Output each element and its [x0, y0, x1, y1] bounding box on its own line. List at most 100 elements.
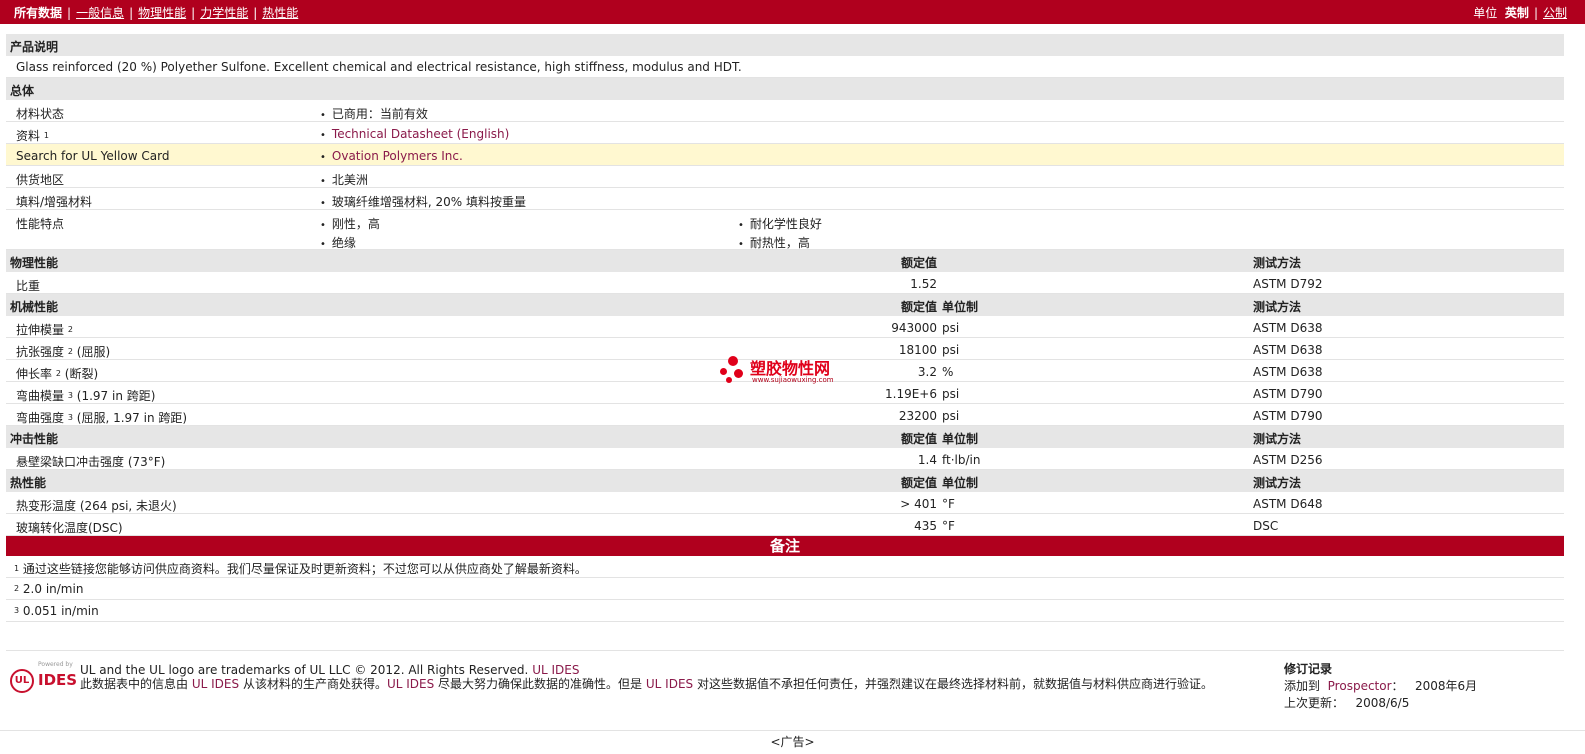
ad-label: <广告>: [0, 730, 1585, 750]
footnote-text: 0.051 in/min: [22, 604, 99, 618]
ul-logo-icon: UL: [10, 669, 34, 693]
row-label: 弯曲模量 3 (1.97 in 跨距): [16, 389, 156, 403]
col-value-header: 额定值: [900, 432, 937, 446]
footnote-ref: 2: [67, 347, 73, 356]
row-unit: °F: [942, 497, 955, 511]
col-test-header: 测试方法: [1253, 256, 1302, 270]
datasheet-link[interactable]: Technical Datasheet (English): [332, 127, 509, 141]
table-row: 弯曲强度 3 (屈服, 1.97 in 跨距) 23200 psi ASTM D…: [6, 404, 1564, 426]
notes-header: 备注: [6, 536, 1564, 556]
unit-metric[interactable]: 公制: [1543, 6, 1567, 20]
row-value: 北美洲: [320, 171, 368, 188]
ul-yellow-card-link[interactable]: Search for UL Yellow Card: [16, 149, 169, 163]
unit-english[interactable]: 英制: [1505, 6, 1529, 20]
supplier-link[interactable]: Ovation Polymers Inc.: [332, 149, 463, 163]
col-value-header: 额定值: [900, 300, 937, 314]
row-unit: psi: [942, 343, 960, 357]
row-test: ASTM D790: [1253, 409, 1323, 423]
nav-general-info[interactable]: 一般信息: [76, 6, 124, 20]
datasheet: 产品说明 Glass reinforced (20 %) Polyether S…: [6, 34, 1564, 622]
unit-switcher: 单位 英制 | 公制: [1473, 6, 1567, 20]
section-nav: 所有数据 | 一般信息 | 物理性能 | 力学性能 | 热性能: [14, 6, 299, 20]
row-value: 已商用：当前有效: [320, 105, 428, 122]
nav-thermal[interactable]: 热性能: [262, 6, 298, 20]
table-row: 供货地区 北美洲: [6, 166, 1564, 188]
row-value: 23200: [898, 409, 937, 423]
ul-ides-link[interactable]: UL IDES: [192, 677, 239, 691]
site-watermark: 塑胶物性网 www.sujiaowuxing.com: [720, 354, 860, 390]
section-title: 产品说明: [10, 40, 59, 54]
table-row: 资料 1 Technical Datasheet (English): [6, 122, 1564, 144]
watermark-url: www.sujiaowuxing.com: [752, 376, 834, 384]
footnote-text: 通过这些链接您能够访问供应商资料。我们尽量保证及时更新资料；不过您可以从供应商处…: [22, 562, 587, 576]
footnote-ref: 2: [55, 369, 61, 378]
row-test: ASTM D648: [1253, 497, 1323, 511]
footnote-item: 2 2.0 in/min: [6, 578, 1564, 600]
ul-ides-link[interactable]: UL IDES: [532, 663, 579, 677]
prospector-link[interactable]: Prospector: [1328, 679, 1392, 693]
footnote-ref: 1: [43, 131, 49, 140]
feature-item: 刚性，高: [320, 215, 380, 232]
row-value: > 401: [900, 497, 937, 511]
table-row: 热变形温度 (264 psi, 未退火) > 401 °F ASTM D648: [6, 492, 1564, 514]
row-label: 拉伸模量 2: [16, 323, 73, 337]
section-header-general: 总体: [6, 78, 1564, 100]
row-value: 玻璃纤维增强材料, 20% 填料按重量: [320, 193, 526, 210]
row-label: 热变形温度 (264 psi, 未退火): [16, 499, 177, 513]
table-row: Search for UL Yellow Card Ovation Polyme…: [6, 144, 1564, 166]
table-row: 填料/增强材料 玻璃纤维增强材料, 20% 填料按重量: [6, 188, 1564, 210]
section-header-impact: 冲击性能 额定值 单位制 测试方法: [6, 426, 1564, 448]
footnote-number: 1: [14, 564, 20, 573]
section-title: 冲击性能: [10, 432, 59, 446]
table-row: 拉伸模量 2 943000 psi ASTM D638: [6, 316, 1564, 338]
revision-title: 修订记录: [1284, 662, 1333, 676]
col-test-header: 测试方法: [1253, 476, 1302, 490]
row-unit: psi: [942, 409, 960, 423]
nav-all-data[interactable]: 所有数据: [14, 6, 62, 20]
ul-ides-link[interactable]: UL IDES: [387, 677, 434, 691]
row-value: 943000: [891, 321, 937, 335]
section-title: 总体: [10, 84, 35, 98]
col-unit-header: 单位制: [942, 300, 979, 314]
row-unit: °F: [942, 519, 955, 533]
table-row: 悬壁梁缺口冲击强度 (73°F) 1.4 ft·lb/in ASTM D256: [6, 448, 1564, 470]
units-label: 单位: [1473, 6, 1498, 20]
col-test-header: 测试方法: [1253, 432, 1302, 446]
row-label: 材料状态: [16, 107, 65, 121]
footer: Powered by UL IDES UL and the UL logo ar…: [6, 650, 1564, 721]
row-test: ASTM D792: [1253, 277, 1323, 291]
row-value: 1.19E+6: [885, 387, 937, 401]
nav-physical[interactable]: 物理性能: [138, 6, 186, 20]
logo-powered-text: Powered by: [38, 661, 73, 668]
row-unit: %: [942, 365, 954, 379]
footnote-ref: 3: [67, 413, 73, 422]
col-value-header: 额定值: [900, 256, 937, 270]
table-row: 比重 1.52 ASTM D792: [6, 272, 1564, 294]
row-value: Technical Datasheet (English): [320, 127, 509, 141]
feature-item: 绝缘: [320, 234, 356, 251]
col-value-header: 额定值: [900, 476, 937, 490]
footnote-text: 2.0 in/min: [22, 582, 84, 596]
table-row: 玻璃转化温度(DSC) 435 °F DSC: [6, 514, 1564, 536]
row-test: ASTM D638: [1253, 343, 1323, 357]
row-test: ASTM D638: [1253, 321, 1323, 335]
footnote-item: 1 通过这些链接您能够访问供应商资料。我们尽量保证及时更新资料；不过您可以从供应…: [6, 556, 1564, 578]
row-label: 弯曲强度 3 (屈服, 1.97 in 跨距): [16, 411, 188, 425]
row-label: 伸长率 2 (断裂): [16, 367, 99, 381]
row-unit: ft·lb/in: [942, 453, 981, 467]
top-nav-bar: 所有数据 | 一般信息 | 物理性能 | 力学性能 | 热性能 单位 英制 | 公制: [0, 0, 1585, 24]
row-value: Ovation Polymers Inc.: [320, 149, 463, 163]
section-header-thermal: 热性能 额定值 单位制 测试方法: [6, 470, 1564, 492]
ul-ides-link[interactable]: UL IDES: [646, 677, 693, 691]
row-label: 供货地区: [16, 173, 65, 187]
nav-mechanical[interactable]: 力学性能: [200, 6, 248, 20]
col-unit-header: 单位制: [942, 476, 979, 490]
section-title: 热性能: [10, 476, 47, 490]
footnote-number: 2: [14, 584, 20, 593]
description-text: Glass reinforced (20 %) Polyether Sulfon…: [16, 60, 742, 74]
row-label: 悬壁梁缺口冲击强度 (73°F): [16, 455, 166, 469]
row-value: 1.4: [917, 453, 937, 467]
section-header-description: 产品说明: [6, 34, 1564, 56]
feature-item: 耐热性，高: [738, 234, 810, 251]
row-value: 18100: [898, 343, 937, 357]
